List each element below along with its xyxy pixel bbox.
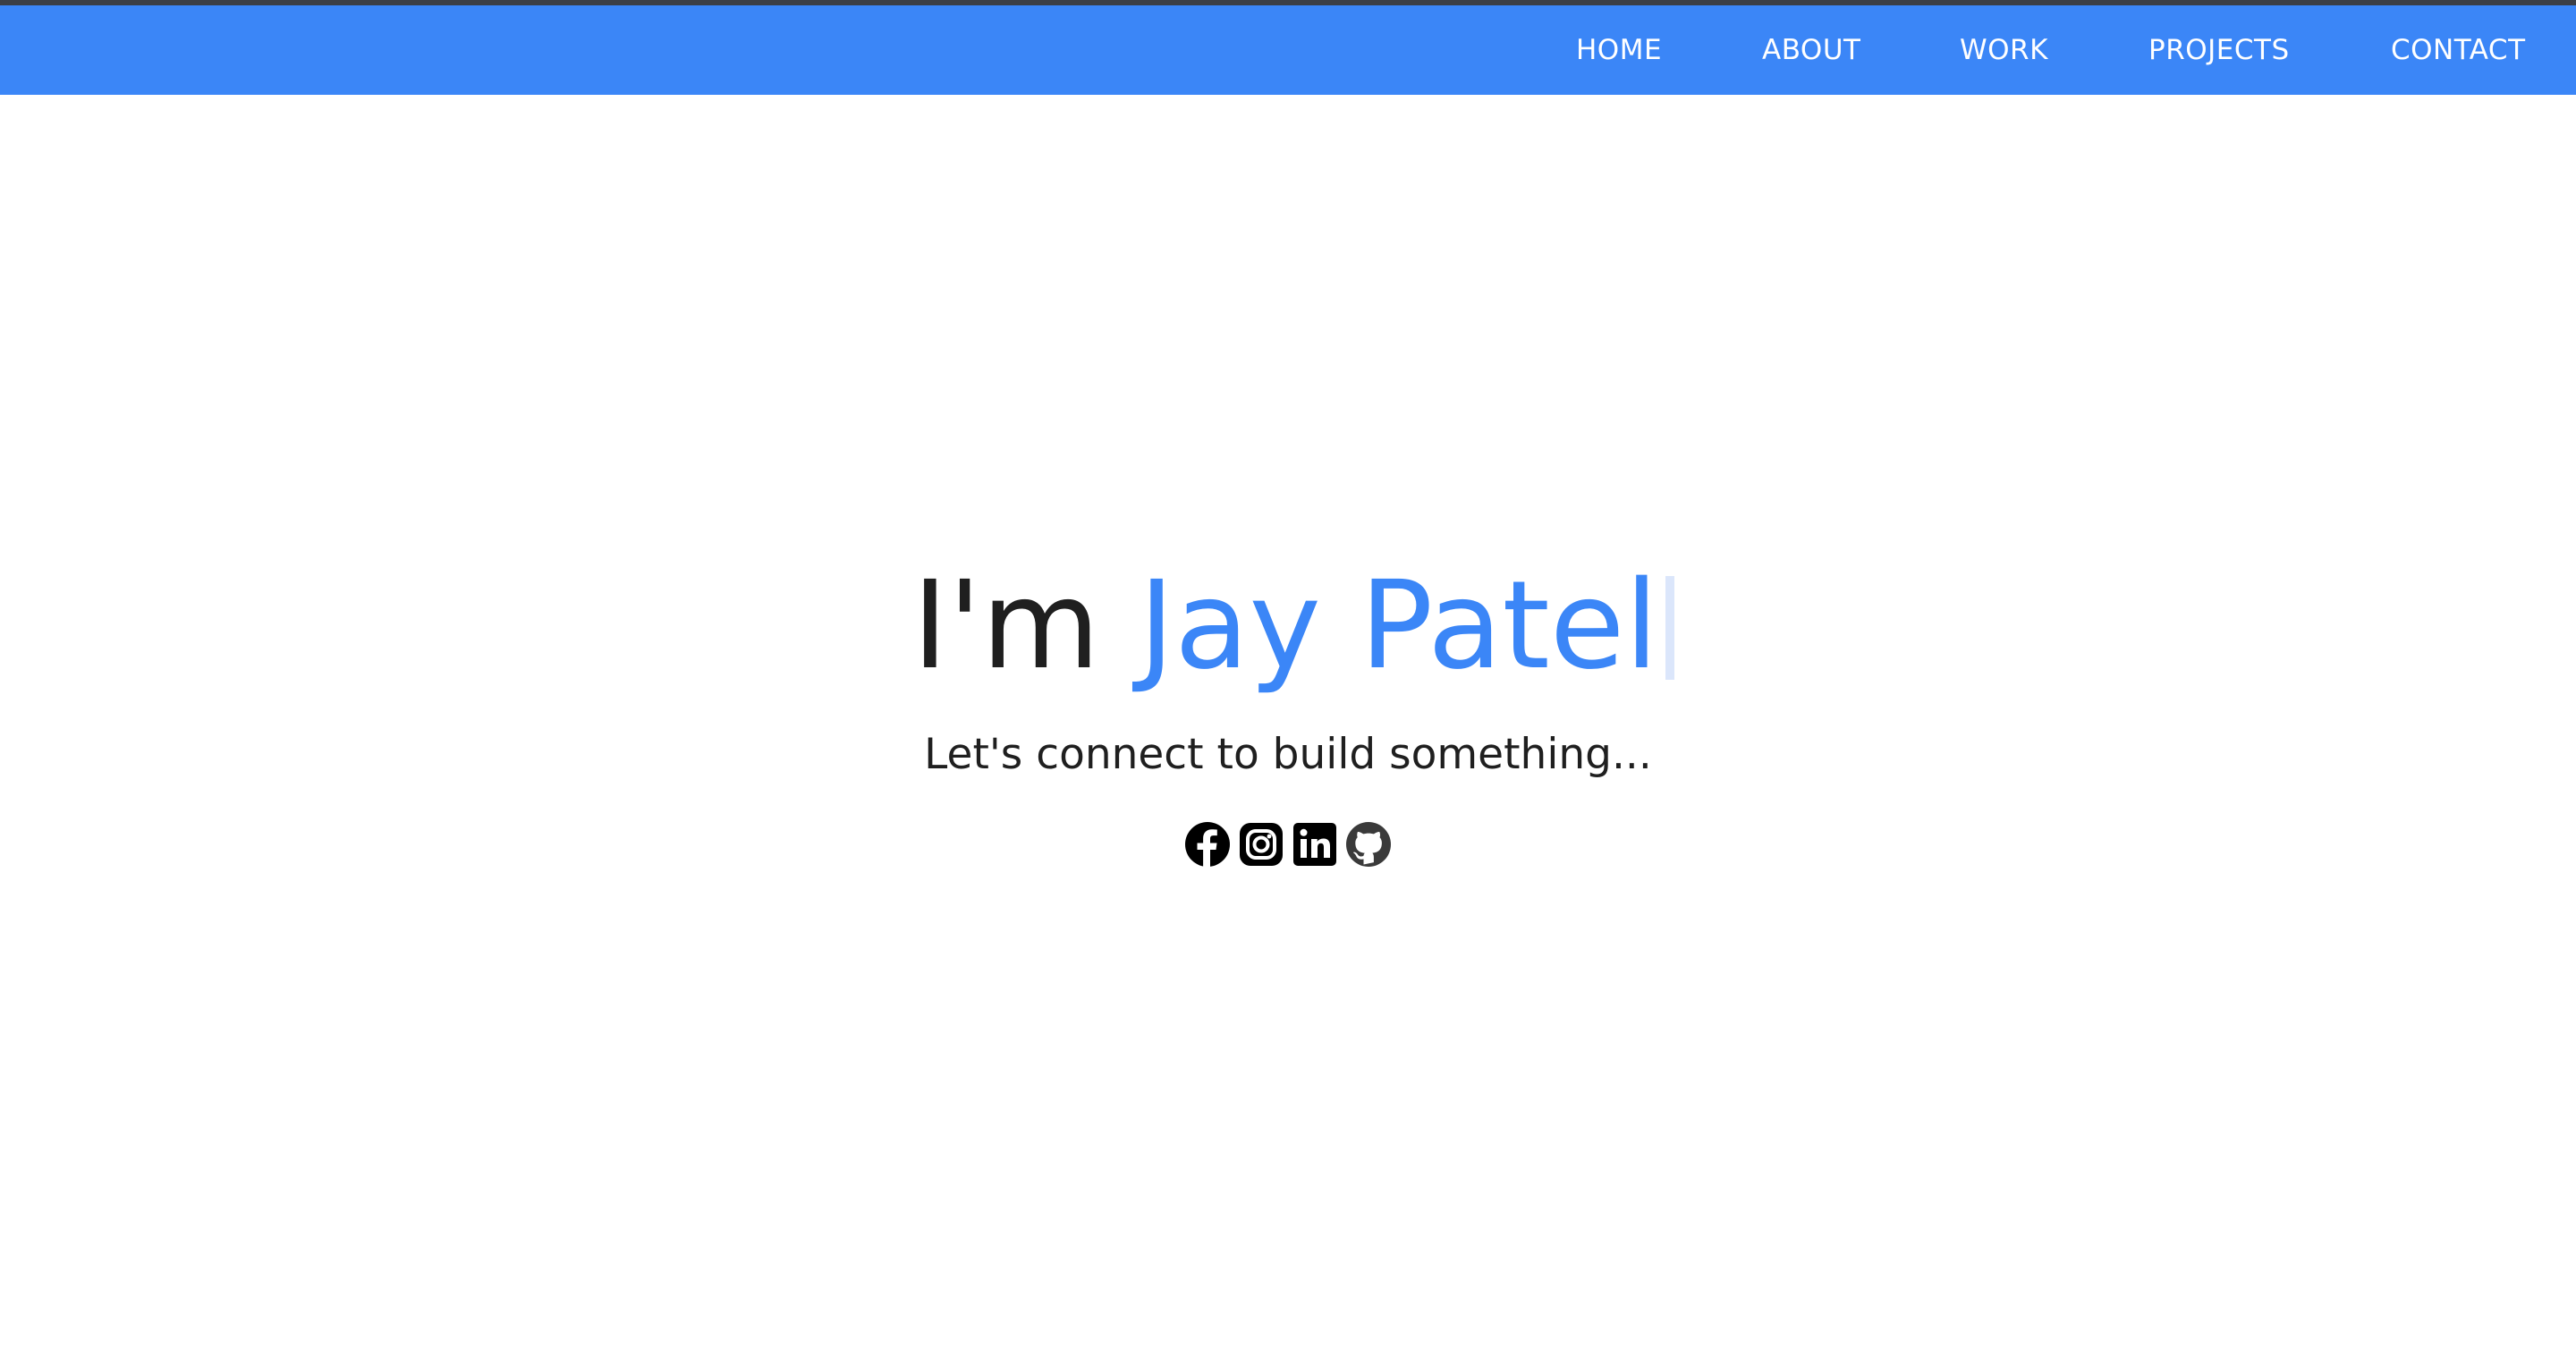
nav-projects[interactable]: PROJECTS	[2148, 32, 2290, 68]
github-link[interactable]	[1345, 821, 1392, 868]
nav-contact[interactable]: CONTACT	[2391, 32, 2526, 68]
linkedin-link[interactable]	[1292, 821, 1338, 868]
hero-title: I'm Jay Patel	[5, 555, 2576, 698]
typing-cursor	[1665, 576, 1675, 680]
instagram-icon	[1240, 823, 1283, 866]
navbar: HOME ABOUT WORK PROJECTS CONTACT	[0, 5, 2576, 95]
nav-about[interactable]: ABOUT	[1762, 32, 1860, 68]
hero: I'm Jay Patel	[0, 555, 2576, 698]
hero-name: Jay Patel	[1139, 555, 1659, 697]
instagram-link[interactable]	[1238, 821, 1284, 868]
facebook-icon	[1185, 822, 1230, 868]
social-links	[1184, 821, 1392, 868]
github-icon	[1346, 822, 1391, 867]
linkedin-icon	[1293, 823, 1336, 866]
hero-tagline: Let's connect to build something...	[924, 730, 1652, 779]
facebook-link[interactable]	[1184, 821, 1231, 868]
hero-prefix: I'm	[911, 555, 1140, 697]
nav-home[interactable]: HOME	[1576, 32, 1662, 68]
nav-work[interactable]: WORK	[1960, 32, 2048, 68]
